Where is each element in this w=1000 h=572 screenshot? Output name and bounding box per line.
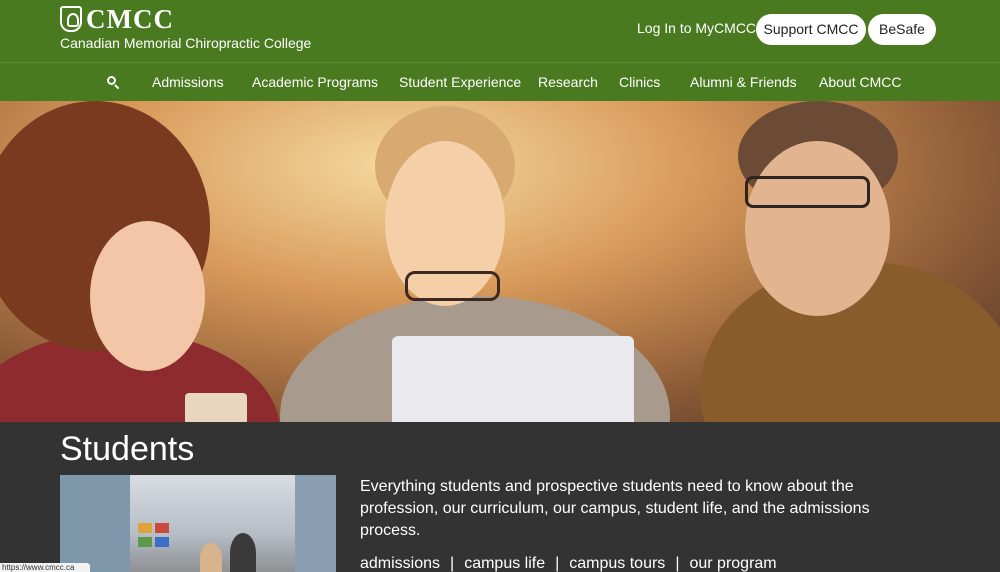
nav-item-student-experience[interactable]: Student Experience — [399, 74, 521, 90]
logo-mark: CMCC — [60, 5, 311, 33]
quick-links: admissions | campus life | campus tours | our … — [360, 555, 777, 572]
link-separator: | — [555, 555, 560, 572]
intro-text: Everything students and prospective stud… — [360, 478, 870, 539]
hero-person-left-face — [90, 221, 205, 371]
link-separator: | — [675, 555, 680, 572]
logo-subtitle: Canadian Memorial Chiropractic College — [60, 35, 312, 51]
hero-drink-glass — [185, 393, 247, 422]
hero-image — [0, 101, 1000, 422]
hero-glasses-right — [745, 176, 870, 208]
status-bar-url: https://www.cmcc.ca — [0, 563, 90, 572]
thumb-art-tile — [138, 523, 152, 533]
nav-item-clinics[interactable]: Clinics — [619, 74, 660, 90]
nav-item-academic-programs[interactable]: Academic Programs — [252, 74, 378, 90]
thumb-art-tile — [138, 537, 152, 547]
nav-item-alumni-friends[interactable]: Alumni & Friends — [690, 74, 797, 90]
crest-icon — [60, 6, 82, 32]
link-campus-life[interactable]: campus life — [464, 555, 545, 572]
thumb-window-left — [60, 475, 130, 572]
thumb-person — [200, 543, 222, 572]
link-separator: | — [450, 555, 455, 572]
thumb-window-right — [295, 475, 336, 572]
nav-item-about-cmcc[interactable]: About CMCC — [819, 74, 901, 90]
hero-glasses-center — [405, 271, 500, 301]
login-link[interactable]: Log In to MyCMCC — [637, 20, 756, 36]
logo[interactable]: CMCC Canadian Memorial Chiropractic Coll… — [60, 5, 311, 51]
besafe-button[interactable]: BeSafe — [868, 14, 936, 45]
support-button[interactable]: Support CMCC — [756, 14, 866, 45]
thumb-art-tile — [155, 523, 169, 533]
students-thumbnail[interactable] — [60, 475, 336, 572]
thumb-art-tile — [155, 537, 169, 547]
logo-text: CMCC — [86, 4, 174, 34]
search-icon[interactable] — [107, 76, 120, 90]
hero-laptop — [392, 336, 634, 422]
hero-person-right-face — [745, 141, 890, 316]
nav-item-research[interactable]: Research — [538, 74, 598, 90]
thumb-person — [230, 533, 256, 572]
link-our-program[interactable]: our program — [689, 555, 776, 572]
link-campus-tours[interactable]: campus tours — [569, 555, 665, 572]
link-admissions[interactable]: admissions — [360, 555, 440, 572]
search-icon-handle — [114, 84, 120, 90]
main-nav: Admissions Academic Programs Student Exp… — [0, 62, 1000, 101]
page-title: Students — [60, 430, 195, 468]
header-bar: CMCC Canadian Memorial Chiropractic Coll… — [0, 0, 1000, 62]
students-section: Students Everything students and prospec… — [0, 422, 1000, 572]
nav-item-admissions[interactable]: Admissions — [152, 74, 224, 90]
